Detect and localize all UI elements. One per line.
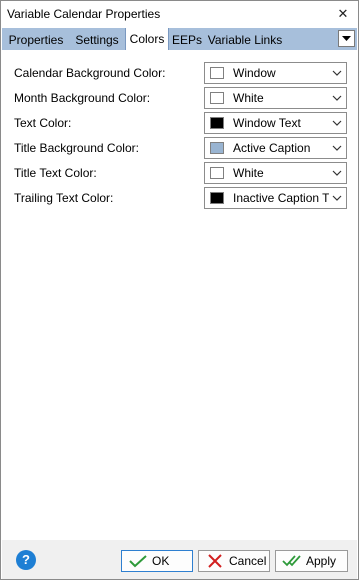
month-background-color-select[interactable]: White bbox=[204, 87, 347, 109]
title-background-color-row: Title Background Color: Active Caption bbox=[2, 137, 357, 159]
chevron-down-icon bbox=[332, 95, 342, 101]
selected-color: Active Caption bbox=[233, 141, 311, 155]
color-swatch bbox=[210, 67, 224, 79]
chevron-down-icon bbox=[332, 70, 342, 76]
help-button[interactable]: ? bbox=[16, 550, 36, 570]
selected-color: Window Text bbox=[233, 116, 301, 130]
text-color-row: Text Color: Window Text bbox=[2, 112, 357, 134]
calendar-background-color-row: Calendar Background Color: Window bbox=[2, 62, 357, 84]
color-swatch bbox=[210, 117, 224, 129]
selected-color: Inactive Caption T bbox=[233, 191, 329, 205]
color-swatch bbox=[210, 167, 224, 179]
chevron-down-icon bbox=[332, 195, 342, 201]
tab-bar: Properties Settings Colors EEPs Variable… bbox=[2, 28, 357, 50]
properties-dialog: Variable Calendar Properties ✕ Propertie… bbox=[0, 0, 359, 580]
double-checkmark-icon bbox=[282, 555, 301, 567]
calendar-background-color-select[interactable]: Window bbox=[204, 62, 347, 84]
cancel-x-icon bbox=[208, 554, 222, 568]
dialog-footer: ? OK Cancel Apply bbox=[2, 540, 357, 579]
color-swatch bbox=[210, 142, 224, 154]
ok-button-label: OK bbox=[152, 554, 170, 568]
selected-color: White bbox=[233, 91, 264, 105]
chevron-down-icon bbox=[332, 120, 342, 126]
title-bar: Variable Calendar Properties ✕ bbox=[1, 1, 358, 27]
chevron-down-icon bbox=[332, 170, 342, 176]
tab-eeps[interactable]: EEPs bbox=[171, 31, 203, 50]
tab-overflow-dropdown[interactable] bbox=[338, 30, 355, 47]
ok-button[interactable]: OK bbox=[121, 550, 193, 572]
title-background-color-select[interactable]: Active Caption bbox=[204, 137, 347, 159]
tab-settings[interactable]: Settings bbox=[72, 31, 122, 50]
trailing-text-color-row: Trailing Text Color: Inactive Caption T bbox=[2, 187, 357, 209]
title-background-color-label: Title Background Color: bbox=[14, 141, 139, 155]
tab-properties[interactable]: Properties bbox=[6, 31, 66, 50]
apply-button-label: Apply bbox=[306, 554, 337, 568]
tab-colors[interactable]: Colors bbox=[125, 28, 169, 50]
month-background-color-label: Month Background Color: bbox=[14, 91, 151, 105]
selected-color: White bbox=[233, 166, 264, 180]
close-icon: ✕ bbox=[337, 6, 349, 21]
cancel-button-label: Cancel bbox=[229, 554, 267, 568]
month-background-color-row: Month Background Color: White bbox=[2, 87, 357, 109]
selected-color: Window bbox=[233, 66, 276, 80]
calendar-background-color-label: Calendar Background Color: bbox=[14, 66, 166, 80]
help-icon: ? bbox=[22, 552, 30, 567]
trailing-text-color-select[interactable]: Inactive Caption T bbox=[204, 187, 347, 209]
text-color-select[interactable]: Window Text bbox=[204, 112, 347, 134]
color-swatch bbox=[210, 92, 224, 104]
cancel-button[interactable]: Cancel bbox=[198, 550, 270, 572]
color-swatch bbox=[210, 192, 224, 204]
title-text-color-row: Title Text Color: White bbox=[2, 162, 357, 184]
trailing-text-color-label: Trailing Text Color: bbox=[14, 191, 114, 205]
window-title: Variable Calendar Properties bbox=[7, 7, 161, 21]
caret-down-icon bbox=[342, 35, 351, 41]
title-text-color-select[interactable]: White bbox=[204, 162, 347, 184]
chevron-down-icon bbox=[332, 145, 342, 151]
colors-tab-panel: Calendar Background Color: Window Month … bbox=[2, 50, 357, 540]
checkmark-icon bbox=[129, 555, 147, 568]
tab-variable-links[interactable]: Variable Links bbox=[206, 31, 284, 50]
text-color-label: Text Color: bbox=[14, 116, 72, 130]
apply-button[interactable]: Apply bbox=[275, 550, 348, 572]
title-text-color-label: Title Text Color: bbox=[14, 166, 97, 180]
close-button[interactable]: ✕ bbox=[328, 1, 358, 27]
